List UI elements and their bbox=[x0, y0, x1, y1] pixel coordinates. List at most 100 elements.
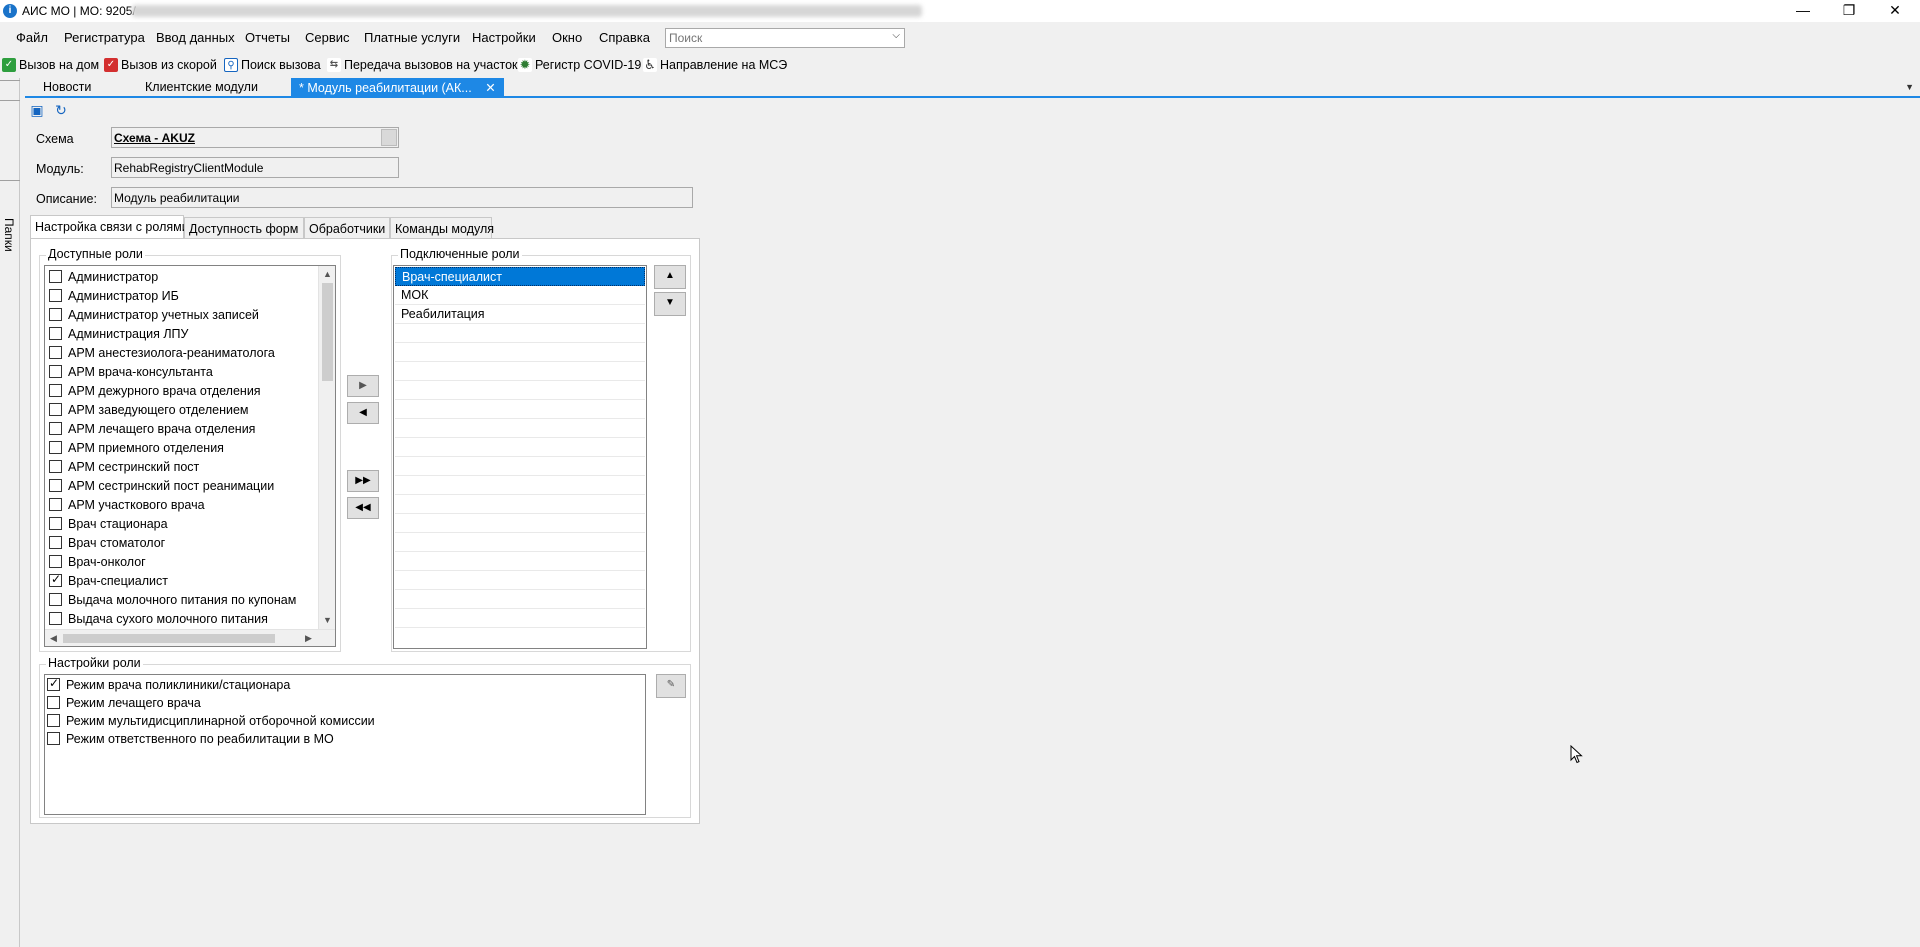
tab-form-availability[interactable]: Доступность форм bbox=[184, 217, 304, 239]
role-checkbox[interactable] bbox=[49, 498, 62, 511]
available-role-item[interactable]: Администрация ЛПУ bbox=[49, 324, 188, 343]
role-checkbox[interactable] bbox=[49, 384, 62, 397]
setting-checkbox[interactable] bbox=[47, 732, 60, 745]
role-checkbox[interactable] bbox=[49, 517, 62, 530]
connected-role-item[interactable]: Реабилитация bbox=[395, 305, 645, 324]
role-checkbox[interactable] bbox=[49, 365, 62, 378]
available-role-item[interactable]: АРМ сестринский пост реанимации bbox=[49, 476, 274, 495]
ambulance-call-button[interactable]: ✓ Вызов из скорой bbox=[104, 56, 217, 74]
tab-rehab-module[interactable]: * Модуль реабилитации (АК... ✕ bbox=[291, 78, 504, 97]
edit-setting-button[interactable]: ✎ bbox=[656, 674, 686, 698]
tabs-dropdown-icon[interactable]: ▼ bbox=[1905, 82, 1914, 92]
role-checkbox[interactable] bbox=[49, 572, 62, 587]
menu-window[interactable]: Окно bbox=[552, 30, 582, 45]
role-checkbox[interactable] bbox=[49, 308, 62, 321]
available-role-item[interactable]: АРМ анестезиолога-реаниматолога bbox=[49, 343, 275, 362]
menu-service[interactable]: Сервис bbox=[305, 30, 350, 45]
role-setting-item[interactable]: Режим лечащего врача bbox=[47, 693, 201, 712]
close-icon[interactable]: ✕ bbox=[485, 81, 495, 95]
role-checkbox[interactable] bbox=[49, 593, 62, 606]
add-all-roles-button[interactable]: ▶▶ bbox=[347, 470, 379, 492]
available-role-item[interactable]: Администратор bbox=[49, 267, 158, 286]
menu-data-entry[interactable]: Ввод данных bbox=[156, 30, 235, 45]
minimize-button[interactable]: — bbox=[1780, 0, 1826, 22]
schema-field[interactable]: Схема - AKUZ bbox=[111, 127, 399, 148]
available-roles-list[interactable]: Администратор Администратор ИБ Администрат… bbox=[44, 265, 336, 647]
available-role-item[interactable]: АРМ сестринский пост bbox=[49, 457, 199, 476]
scroll-right-icon[interactable]: ▶ bbox=[300, 630, 317, 646]
role-setting-item[interactable]: Режим ответственного по реабилитации в М… bbox=[47, 729, 334, 748]
role-checkbox[interactable] bbox=[49, 441, 62, 454]
role-checkbox[interactable] bbox=[49, 422, 62, 435]
role-checkbox[interactable] bbox=[49, 403, 62, 416]
search-box[interactable]: ⌵ bbox=[665, 28, 905, 48]
setting-checkbox[interactable] bbox=[47, 696, 60, 709]
available-roles-vscrollbar[interactable]: ▲ ▼ bbox=[318, 266, 335, 629]
available-role-item[interactable]: АРМ заведующего отделением bbox=[49, 400, 249, 419]
connected-roles-list[interactable]: Врач-специалист МОК Реабилитация bbox=[393, 265, 647, 649]
menu-file[interactable]: Файл bbox=[16, 30, 48, 45]
remove-role-button[interactable]: ◀ bbox=[347, 402, 379, 424]
home-call-button[interactable]: ✓ Вызов на дом bbox=[2, 56, 99, 74]
menu-settings[interactable]: Настройки bbox=[472, 30, 536, 45]
available-role-item[interactable]: Администратор ИБ bbox=[49, 286, 179, 305]
module-field[interactable]: RehabRegistryClientModule bbox=[111, 157, 399, 178]
role-checkbox[interactable] bbox=[49, 327, 62, 340]
tab-handlers[interactable]: Обработчики bbox=[304, 217, 390, 239]
scroll-up-icon[interactable]: ▲ bbox=[319, 266, 335, 283]
role-checkbox[interactable] bbox=[49, 270, 62, 283]
available-role-item[interactable]: Врач стационара bbox=[49, 514, 168, 533]
role-settings-list[interactable]: Режим врача поликлиники/стационара Режим … bbox=[44, 674, 646, 815]
menu-help[interactable]: Справка bbox=[599, 30, 650, 45]
role-checkbox[interactable] bbox=[49, 555, 62, 568]
tab-role-binding[interactable]: Настройка связи с ролями bbox=[30, 215, 189, 239]
menu-registry[interactable]: Регистратура bbox=[64, 30, 145, 45]
connected-role-item[interactable]: МОК bbox=[395, 286, 645, 305]
available-roles-hscrollbar[interactable]: ◀ ▶ bbox=[45, 629, 335, 646]
add-role-button[interactable]: ▶ bbox=[347, 375, 379, 397]
role-checkbox[interactable] bbox=[49, 612, 62, 625]
available-role-item[interactable]: АРМ врача-консультанта bbox=[49, 362, 213, 381]
remove-all-roles-button[interactable]: ◀◀ bbox=[347, 497, 379, 519]
available-role-item[interactable]: Врач стоматолог bbox=[49, 533, 165, 552]
chevron-down-icon[interactable]: ⌵ bbox=[892, 30, 900, 41]
refresh-icon[interactable]: ↻ bbox=[53, 102, 69, 118]
available-role-item[interactable]: АРМ дежурного врача отделения bbox=[49, 381, 261, 400]
role-checkbox[interactable] bbox=[49, 289, 62, 302]
mse-referral-button[interactable]: ♿ Направление на МСЭ bbox=[643, 56, 787, 74]
setting-checkbox[interactable] bbox=[47, 676, 60, 691]
available-role-item[interactable]: Администратор учетных записей bbox=[49, 305, 259, 324]
available-role-item[interactable]: Врач-специалист bbox=[49, 571, 168, 590]
role-checkbox[interactable] bbox=[49, 536, 62, 549]
role-checkbox[interactable] bbox=[49, 460, 62, 473]
menu-reports[interactable]: Отчеты bbox=[245, 30, 290, 45]
description-field[interactable]: Модуль реабилитации bbox=[111, 187, 693, 208]
schema-picker-button[interactable] bbox=[381, 129, 397, 146]
available-role-item[interactable]: Выдача молочного питания по купонам bbox=[49, 590, 296, 609]
move-up-button[interactable]: ▲ bbox=[654, 265, 686, 289]
available-role-item[interactable]: Врач-онколог bbox=[49, 552, 146, 571]
call-search-button[interactable]: ⚲ Поиск вызова bbox=[224, 56, 321, 74]
role-setting-item[interactable]: Режим мультидисциплинарной отборочной ко… bbox=[47, 711, 375, 730]
menu-paid-services[interactable]: Платные услуги bbox=[364, 30, 460, 45]
save-icon[interactable]: ▣ bbox=[29, 102, 45, 118]
role-checkbox[interactable] bbox=[49, 346, 62, 359]
restore-button[interactable]: ❐ bbox=[1826, 0, 1872, 22]
available-role-item[interactable]: АРМ участкового врача bbox=[49, 495, 205, 514]
tab-module-commands[interactable]: Команды модуля bbox=[390, 217, 494, 239]
available-role-item[interactable]: Выдача сухого молочного питания bbox=[49, 609, 268, 628]
covid-registry-button[interactable]: ✹ Регистр COVID-19 bbox=[518, 56, 641, 74]
available-role-item[interactable]: АРМ лечащего врача отделения bbox=[49, 419, 255, 438]
move-down-button[interactable]: ▼ bbox=[654, 292, 686, 316]
role-setting-item[interactable]: Режим врача поликлиники/стационара bbox=[47, 675, 290, 694]
scroll-down-icon[interactable]: ▼ bbox=[319, 612, 335, 629]
setting-checkbox[interactable] bbox=[47, 714, 60, 727]
scroll-left-icon[interactable]: ◀ bbox=[45, 630, 62, 646]
transfer-calls-button[interactable]: ⇆ Передача вызовов на участок bbox=[327, 56, 518, 74]
folders-label[interactable]: Папки bbox=[2, 218, 16, 252]
tab-news[interactable]: Новости bbox=[35, 78, 99, 97]
close-window-button[interactable]: ✕ bbox=[1872, 0, 1918, 22]
tab-client-modules[interactable]: Клиентские модули bbox=[137, 78, 266, 97]
available-role-item[interactable]: АРМ приемного отделения bbox=[49, 438, 224, 457]
role-checkbox[interactable] bbox=[49, 479, 62, 492]
